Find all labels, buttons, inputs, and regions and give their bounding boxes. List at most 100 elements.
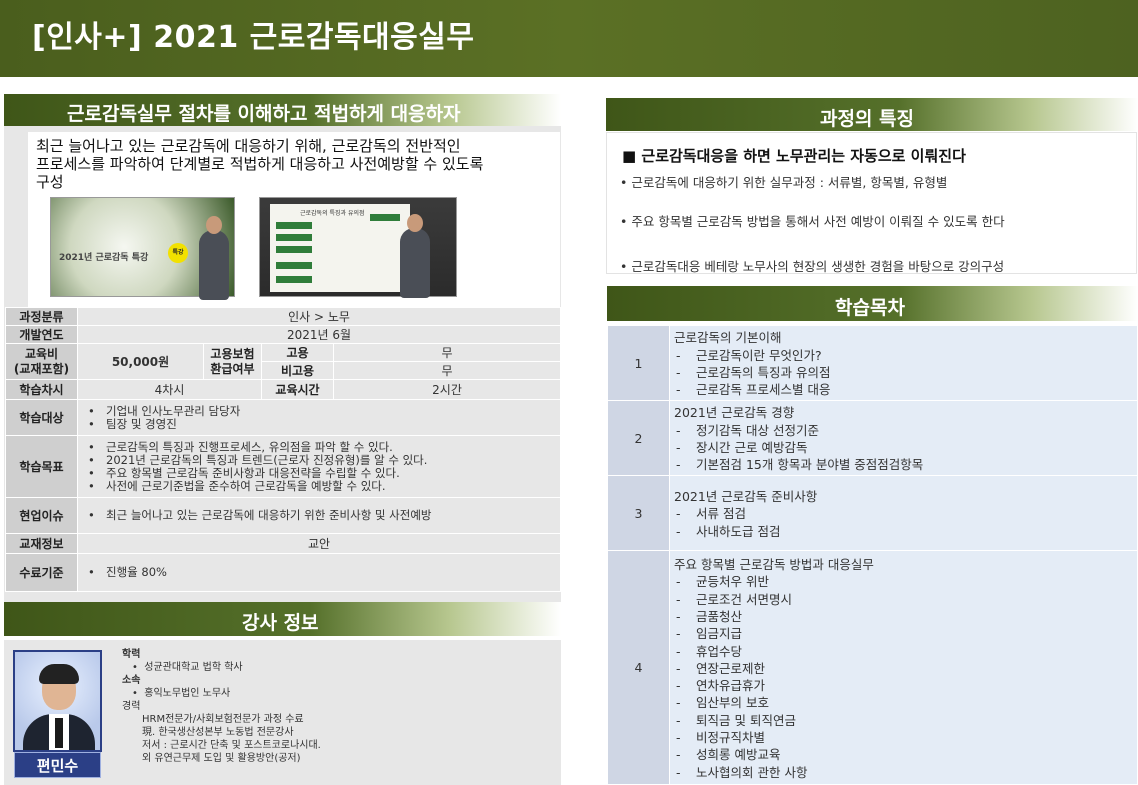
feature-item: • 근로감독에 대응하기 위한 실무과정 : 서류별, 항목별, 유형별	[620, 175, 948, 190]
info-label: 교육시간	[261, 379, 334, 400]
intro-line: 프로세스를 파악하여 단계별로 적법하게 대응하고 사전예방할 수 있도록	[36, 155, 484, 173]
career-item: 외 유연근무제 도입 및 활용방안(공저)	[142, 753, 301, 764]
feature-item: • 근로감독대응 베테랑 노무사의 현장의 생생한 경험을 바탕으로 강의구성	[620, 259, 1005, 274]
chapter-item: 연차유급휴가	[674, 677, 1133, 695]
chapter-body: 2021년 근로감독 경향 정기감독 대상 선정기준 장시간 근로 예방감독 기…	[669, 400, 1138, 476]
table-row: 수료기준 진행율 80%	[5, 553, 561, 592]
video-thumbnail-2[interactable]: 근로감독의 특징과 유의점	[259, 197, 457, 298]
career-item: 저서 : 근로시간 단축 및 포스트코로나시대.	[142, 740, 321, 751]
lecture-slide: 근로감독의 특징과 유의점	[270, 204, 410, 292]
table-row: 2 2021년 근로감독 경향 정기감독 대상 선정기준 장시간 근로 예방감독…	[607, 400, 1138, 476]
info-label: 현업이슈	[5, 497, 78, 534]
chapter-item: 금품청산	[674, 608, 1133, 626]
org-value: • 홍익노무법인 노무사	[132, 688, 231, 699]
table-row: 개발연도 2021년 6월	[5, 325, 561, 344]
info-value: 기업내 인사노무관리 담당자 팀장 및 경영진	[77, 399, 561, 436]
chapter-item: 연장근로제한	[674, 660, 1133, 678]
chapter-item: 장시간 근로 예방감독	[674, 439, 1133, 457]
table-row: 3 2021년 근로감독 준비사항 서류 점검 사내하도급 점검	[607, 475, 1138, 551]
career-item: HRM전문가/사회보험전문가 과정 수료	[142, 714, 304, 725]
chapter-title: 근로감독의 기본이해	[674, 330, 782, 346]
toc-table: 1 근로감독의 기본이해 근로감독이란 무엇인가? 근로감독의 특징과 유의점 …	[607, 325, 1138, 785]
table-row: 학습목표 근로감독의 특징과 진행프로세스, 유의점을 파악 할 수 있다. 2…	[5, 435, 561, 498]
list-item: 근로감독의 특징과 진행프로세스, 유의점을 파악 할 수 있다.	[84, 440, 560, 454]
chapter-number: 2	[607, 400, 670, 476]
slide-caption: 근로감독의 특징과 유의점	[300, 210, 365, 217]
table-row: 현업이슈 최근 늘어나고 있는 근로감독에 대응하기 위한 준비사항 및 사전예…	[5, 497, 561, 534]
org-label: 소속	[122, 675, 141, 686]
toc-section-title: 학습목차	[835, 297, 905, 319]
chapter-number: 3	[607, 475, 670, 551]
info-label: 과정분류	[5, 307, 78, 326]
chapter-number: 1	[607, 325, 670, 401]
table-row: 교재정보 교안	[5, 533, 561, 554]
chapter-body: 2021년 근로감독 준비사항 서류 점검 사내하도급 점검	[669, 475, 1138, 551]
info-label: 고용	[261, 343, 334, 362]
info-value: 진행율 80%	[77, 553, 561, 592]
info-label: 수료기준	[5, 553, 78, 592]
features-section-title: 과정의 특징	[820, 108, 915, 130]
chapter-item: 근로조건 서면명시	[674, 591, 1133, 609]
info-value: 최근 늘어나고 있는 근로감독에 대응하기 위한 준비사항 및 사전예방	[77, 497, 561, 534]
chapter-item: 노사협의회 관한 사항	[674, 764, 1133, 782]
chapter-item: 비정규직차별	[674, 729, 1133, 747]
table-row: 1 근로감독의 기본이해 근로감독이란 무엇인가? 근로감독의 특징과 유의점 …	[607, 325, 1138, 401]
thumbnail-title: 2021년 근로감독 특강	[59, 253, 149, 263]
overview-section-header: 근로감독실무 절차를 이해하고 적법하게 대응하자	[4, 94, 561, 126]
instructor-section-title: 강사 정보	[242, 612, 319, 634]
list-item: 진행율 80%	[84, 566, 560, 580]
table-row: 학습대상 기업내 인사노무관리 담당자 팀장 및 경영진	[5, 399, 561, 436]
chapter-item: 퇴직금 및 퇴직연금	[674, 712, 1133, 730]
chapter-item: 성희롱 예방교육	[674, 746, 1133, 764]
video-thumbnail-1[interactable]: 2021년 근로감독 특강 특강	[50, 197, 235, 300]
chapter-title: 2021년 근로감독 경향	[674, 405, 795, 421]
chapter-item: 근로감독의 특징과 유의점	[674, 364, 1133, 382]
chapter-item: 휴업수당	[674, 643, 1133, 661]
instructor-details: 학력 • 성균관대학교 법학 학사 소속 • 홍익노무법인 노무사 경력 HRM…	[122, 648, 321, 765]
info-label: 교재정보	[5, 533, 78, 554]
course-info-table: 과정분류 인사 > 노무 개발연도 2021년 6월 교육비 (교재포함) 50…	[5, 307, 561, 592]
instructor-figure	[199, 216, 229, 300]
list-item: 주요 항목별 근로감독 준비사항과 대응전략을 수립할 수 있다.	[84, 466, 560, 480]
chapter-item: 균등처우 위반	[674, 573, 1133, 591]
header-bar: [인사+] 2021 근로감독대응실무	[0, 0, 1138, 77]
chapter-number: 4	[607, 550, 670, 785]
list-item: 사전에 근로기준법을 준수하여 근로감독을 예방할 수 있다.	[84, 479, 560, 493]
info-value: 2시간	[333, 379, 561, 400]
toc-section-header: 학습목차	[607, 286, 1138, 321]
career-label: 경력	[122, 701, 141, 712]
instructor-section-header: 강사 정보	[4, 602, 561, 636]
instructor-photo	[13, 650, 102, 752]
info-label: 비고용	[261, 361, 334, 380]
info-value: 무	[333, 343, 561, 362]
features-headline: ■ 근로감독대응을 하면 노무관리는 자동으로 이뤄진다	[622, 147, 966, 165]
table-row: 과정분류 인사 > 노무	[5, 307, 561, 326]
special-lecture-badge: 특강	[168, 243, 188, 263]
chapter-title: 2021년 근로감독 준비사항	[674, 489, 818, 505]
chapter-body: 주요 항목별 근로감독 방법과 대응실무 균등처우 위반 근로조건 서면명시 금…	[669, 550, 1138, 785]
info-label: 학습대상	[5, 399, 78, 436]
instructor-figure	[400, 214, 430, 298]
chapter-item: 임금지급	[674, 625, 1133, 643]
list-item: 기업내 인사노무관리 담당자	[84, 404, 560, 418]
chapter-title: 주요 항목별 근로감독 방법과 대응실무	[674, 557, 874, 573]
list-item: 최근 늘어나고 있는 근로감독에 대응하기 위한 준비사항 및 사전예방	[84, 509, 560, 523]
info-value: 4차시	[77, 379, 262, 400]
fee-value: 50,000원	[77, 343, 204, 380]
info-value: 인사 > 노무	[77, 307, 561, 326]
chapter-body: 근로감독의 기본이해 근로감독이란 무엇인가? 근로감독의 특징과 유의점 근로…	[669, 325, 1138, 401]
page-title: [인사+] 2021 근로감독대응실무	[32, 20, 475, 55]
intro-text: 최근 늘어나고 있는 근로감독에 대응하기 위해, 근로감독의 전반적인 프로세…	[36, 137, 564, 191]
intro-line: 최근 늘어나고 있는 근로감독에 대응하기 위해, 근로감독의 전반적인	[36, 137, 461, 155]
chapter-item: 사내하도급 점검	[674, 523, 1133, 541]
material-value: 교안	[77, 533, 561, 554]
info-label: 학습차시	[5, 379, 78, 400]
list-item: 2021년 근로감독의 특징과 트렌드(근로자 진정유형)를 알 수 있다.	[84, 453, 560, 467]
info-label: 교육비 (교재포함)	[5, 343, 78, 380]
chapter-item: 근로감독 프로세스별 대응	[674, 381, 1133, 399]
feature-item: • 주요 항목별 근로감독 방법을 통해서 사전 예방이 이뤄질 수 있도록 한…	[620, 214, 1005, 229]
info-value: 근로감독의 특징과 진행프로세스, 유의점을 파악 할 수 있다. 2021년 …	[77, 435, 561, 498]
info-value: 2021년 6월	[77, 325, 561, 344]
chapter-item: 근로감독이란 무엇인가?	[674, 347, 1133, 365]
career-item: 現. 한국생산성본부 노동법 전문강사	[142, 727, 294, 738]
